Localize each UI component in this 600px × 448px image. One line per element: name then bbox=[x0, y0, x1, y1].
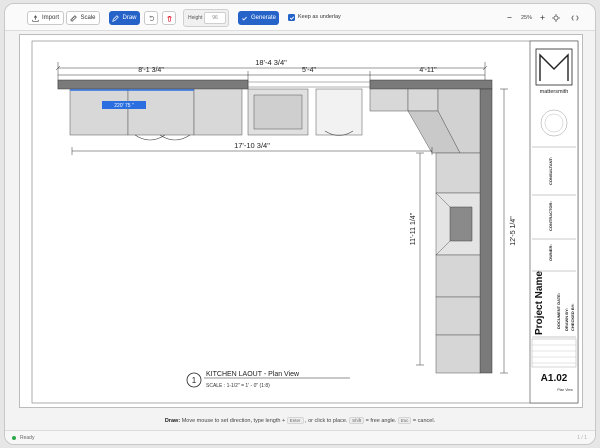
dim-right-label: 4'-11" bbox=[419, 67, 437, 74]
contractor-label: CONTRACTOR: bbox=[548, 201, 553, 231]
dim-vert-inner-label: 11'-11 1/4" bbox=[410, 212, 417, 245]
status-mode: Draw: bbox=[164, 418, 181, 424]
import-button[interactable]: Import bbox=[27, 11, 64, 25]
checked-by-label: CHECKED BY: bbox=[570, 304, 575, 331]
sheet-number: A1.02 bbox=[541, 373, 568, 384]
cabinet-run-top bbox=[69, 88, 439, 136]
drawing-canvas[interactable]: 18'-4 3/4" 8'-1 3/4" 5'-4" 4'-11" 220' 7… bbox=[19, 34, 583, 408]
dim-mid-label: 5'-4" bbox=[302, 67, 316, 74]
scale-button[interactable]: Scale bbox=[66, 11, 100, 25]
checkmark-icon bbox=[289, 15, 294, 20]
trash-icon bbox=[166, 15, 172, 22]
shift-key: Shift bbox=[349, 417, 365, 424]
view-number: 1 bbox=[192, 376, 197, 385]
wall-top-left bbox=[57, 79, 249, 90]
esc-key: Esc bbox=[397, 417, 412, 424]
generate-label: Generate bbox=[250, 15, 277, 21]
pencil-icon bbox=[112, 14, 120, 22]
view-title: KITCHEN LAOUT - Plan View bbox=[206, 371, 300, 378]
import-icon bbox=[32, 14, 39, 22]
enter-key: Enter bbox=[286, 417, 304, 424]
check-icon bbox=[242, 16, 247, 21]
brand-name: mattersmith bbox=[540, 89, 569, 95]
height-input[interactable]: 96 bbox=[204, 12, 226, 24]
title-block: mattersmith CONSULTANT: CONTRACTOR: OWNE… bbox=[529, 40, 579, 404]
consultant-label: CONSULTANT: bbox=[548, 157, 553, 185]
range-hood bbox=[449, 206, 473, 242]
page-info: 1 / 1 bbox=[577, 435, 587, 441]
zoom-in-icon[interactable] bbox=[538, 13, 547, 22]
ready-status: Ready bbox=[20, 435, 35, 441]
keep-underlay-checkbox[interactable] bbox=[288, 14, 295, 21]
dim-left-label: 8'-1 3/4" bbox=[138, 67, 164, 74]
view-scale: SCALE : 1-1/2" = 1' - 0" (1:8) bbox=[206, 383, 270, 389]
dim-total-label: 18'-4 3/4" bbox=[255, 58, 287, 67]
brand-logo bbox=[535, 48, 573, 86]
status-hint: Draw: Move mouse to set direction, type … bbox=[5, 410, 595, 430]
sink-curve-1 bbox=[134, 134, 166, 141]
status-text-2: , or click to place. bbox=[305, 418, 348, 424]
owner-label: OWNER: bbox=[548, 244, 553, 261]
undo-icon bbox=[149, 15, 154, 21]
undo-button[interactable] bbox=[144, 11, 158, 25]
height-control: Height 96 bbox=[183, 9, 229, 27]
cabinet-run-right bbox=[435, 152, 481, 374]
project-name: Project Name bbox=[534, 271, 545, 335]
document-date-label: DOCUMENT DATE: bbox=[556, 293, 561, 329]
status-text-4: = cancel. bbox=[412, 418, 436, 424]
ready-indicator-icon bbox=[12, 436, 16, 440]
keep-underlay-label: Keep as underlay bbox=[298, 14, 341, 20]
ruler-icon bbox=[70, 14, 78, 22]
toolbar: Import Scale Draw Height 96 Generate Kee… bbox=[5, 4, 595, 31]
zoom-out-icon[interactable] bbox=[505, 13, 514, 22]
scale-label: Scale bbox=[80, 15, 96, 21]
length-input-value: 220' 75 " bbox=[114, 103, 134, 109]
delete-button[interactable] bbox=[162, 11, 176, 25]
generate-button[interactable]: Generate bbox=[238, 11, 279, 25]
status-text-3: = free angle. bbox=[365, 418, 397, 424]
code-view-icon[interactable] bbox=[570, 13, 579, 22]
draw-button[interactable]: Draw bbox=[109, 11, 140, 25]
wall-right bbox=[479, 88, 493, 374]
wall-top-right bbox=[369, 79, 493, 90]
zoom-level: 25% bbox=[521, 15, 533, 21]
floor-plan-drawing: 18'-4 3/4" 8'-1 3/4" 5'-4" 4'-11" 220' 7… bbox=[31, 40, 579, 404]
drawn-by-label: DRAWN BY: bbox=[564, 308, 569, 331]
sheet-subtitle: Plan View bbox=[557, 388, 573, 392]
sink-curve-2 bbox=[159, 134, 191, 141]
dim-base-label: 17'-10 3/4" bbox=[234, 141, 270, 150]
import-label: Import bbox=[41, 15, 59, 21]
fit-view-icon[interactable] bbox=[551, 13, 560, 22]
status-text-1: Move mouse to set direction, type length… bbox=[181, 418, 286, 424]
height-label: Height bbox=[188, 15, 203, 21]
dim-vert-outer-label: 12'-5 1/4" bbox=[510, 216, 517, 246]
draw-label: Draw bbox=[122, 15, 137, 21]
app-window: Import Scale Draw Height 96 Generate Kee… bbox=[4, 3, 596, 445]
footer-bar: Ready 1 / 1 bbox=[5, 430, 595, 444]
